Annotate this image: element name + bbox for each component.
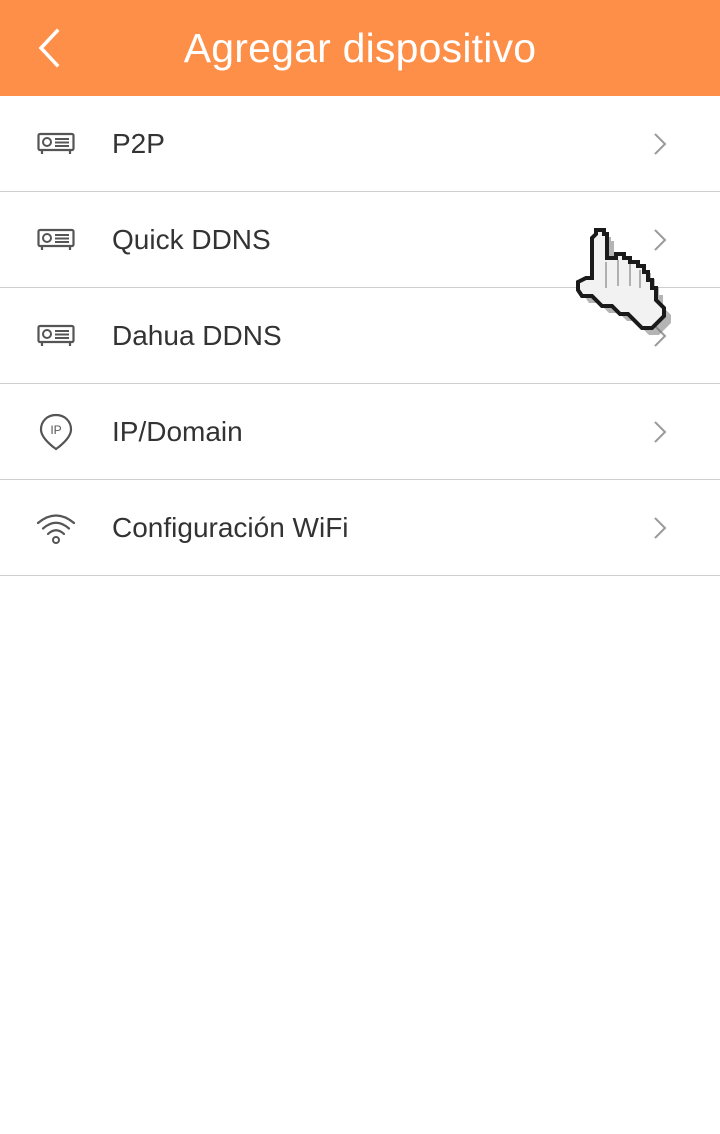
menu-item-label: Dahua DDNS [112, 320, 282, 351]
menu-item-label: Configuración WiFi [112, 512, 349, 543]
device-recorder-icon [34, 314, 78, 358]
menu-item-label: Quick DDNS [112, 224, 271, 255]
menu-item-wifi-config[interactable]: Configuración WiFi [0, 480, 720, 576]
menu-item-dahua-ddns[interactable]: Dahua DDNS [0, 288, 720, 384]
menu-item-label: IP/Domain [112, 416, 243, 447]
wifi-icon [34, 506, 78, 550]
ip-location-pin-icon: IP [34, 410, 78, 454]
chevron-right-icon [654, 133, 667, 155]
chevron-right-icon [654, 421, 667, 443]
app-bar: Agregar dispositivo [0, 0, 720, 96]
connection-method-list: P2P Quick DDNS Dahua DDNS IP IP/Domain C… [0, 96, 720, 576]
device-recorder-icon [34, 122, 78, 166]
page-title: Agregar dispositivo [183, 25, 537, 71]
chevron-right-icon [654, 325, 667, 347]
add-device-screen: Agregar dispositivo P2P Quick DDNS Dahua… [0, 0, 720, 1134]
chevron-right-icon [654, 229, 667, 251]
menu-item-ip-domain[interactable]: IP IP/Domain [0, 384, 720, 480]
device-recorder-icon [34, 218, 78, 262]
chevron-right-icon [654, 517, 667, 539]
menu-item-quick-ddns[interactable]: Quick DDNS [0, 192, 720, 288]
menu-item-label: P2P [112, 128, 165, 159]
menu-item-p2p[interactable]: P2P [0, 96, 720, 192]
svg-text:IP: IP [50, 423, 61, 437]
